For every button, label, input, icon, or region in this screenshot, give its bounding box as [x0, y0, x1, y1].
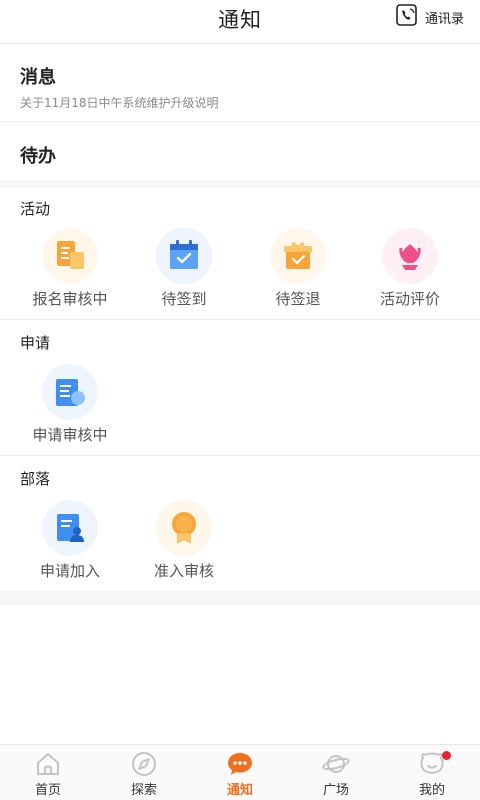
- medal-icon: [156, 500, 212, 556]
- nav-home[interactable]: 首页: [0, 745, 96, 800]
- activity-pending-checkout[interactable]: 待签退: [238, 228, 358, 309]
- signup-review-icon: [42, 228, 98, 284]
- compass-icon: [96, 750, 192, 778]
- gift-box-check-icon: [270, 228, 326, 284]
- activity-pending-checkin[interactable]: 待签到: [124, 228, 244, 309]
- activity-item-label: 活动评价: [379, 290, 440, 308]
- section-gap: [0, 591, 480, 605]
- profile-face-icon: [384, 750, 480, 778]
- todo-title: 待办: [20, 146, 56, 167]
- nav-label: 通知: [226, 783, 253, 798]
- phone-book-icon: [395, 4, 419, 30]
- application-under-review[interactable]: 申请审核中: [10, 364, 130, 445]
- divider: [0, 121, 480, 122]
- document-review-icon: [42, 364, 98, 420]
- activity-section: 活动 报名审核中 待签到 待签退 活动评价: [0, 188, 480, 319]
- section-gap: [0, 180, 480, 188]
- messages-section[interactable]: 消息 关于11月18日中午系统维护升级说明: [0, 45, 480, 121]
- activity-evaluation[interactable]: 活动评价: [350, 228, 470, 309]
- nav-notifications[interactable]: 通知: [192, 745, 288, 800]
- application-item-label: 申请审核中: [32, 426, 108, 444]
- join-document-icon: [42, 500, 98, 556]
- nav-label: 我的: [418, 783, 445, 798]
- tribe-title: 部落: [20, 470, 51, 488]
- flower-icon: [382, 228, 438, 284]
- nav-profile[interactable]: 我的: [384, 745, 480, 800]
- tribe-item-label: 申请加入: [39, 562, 100, 580]
- tribe-join-request[interactable]: 申请加入: [10, 500, 130, 581]
- contacts-button[interactable]: 通讯录: [395, 4, 464, 30]
- activity-item-label: 报名审核中: [32, 290, 108, 308]
- calendar-check-icon: [156, 228, 212, 284]
- activity-signup-review[interactable]: 报名审核中: [10, 228, 130, 309]
- tribe-section: 部落 申请加入 准入审核: [0, 456, 480, 591]
- application-title: 申请: [20, 334, 51, 352]
- tribe-admission-review[interactable]: 准入审核: [124, 500, 244, 581]
- messages-title: 消息: [20, 67, 56, 88]
- home-icon: [0, 750, 96, 778]
- contacts-label: 通讯录: [424, 11, 464, 27]
- nav-label: 探索: [130, 783, 157, 798]
- messages-latest: 关于11月18日中午系统维护升级说明: [20, 96, 219, 110]
- nav-label: 首页: [34, 783, 61, 798]
- top-bar: 通知 通讯录: [0, 0, 480, 44]
- application-section: 申请 申请审核中: [0, 320, 480, 455]
- nav-explore[interactable]: 探索: [96, 745, 192, 800]
- activity-title: 活动: [20, 200, 51, 218]
- bottom-navigation: 首页 探索 通知 广场 我的: [0, 744, 480, 800]
- activity-item-label: 待签到: [161, 290, 207, 308]
- chat-bubble-icon: [192, 750, 288, 778]
- notification-badge: [442, 751, 451, 760]
- todo-section[interactable]: 待办: [0, 123, 480, 180]
- planet-icon: [288, 750, 384, 778]
- activity-item-label: 待签退: [275, 290, 321, 308]
- nav-square[interactable]: 广场: [288, 745, 384, 800]
- tribe-item-label: 准入审核: [153, 562, 214, 580]
- nav-label: 广场: [322, 783, 349, 798]
